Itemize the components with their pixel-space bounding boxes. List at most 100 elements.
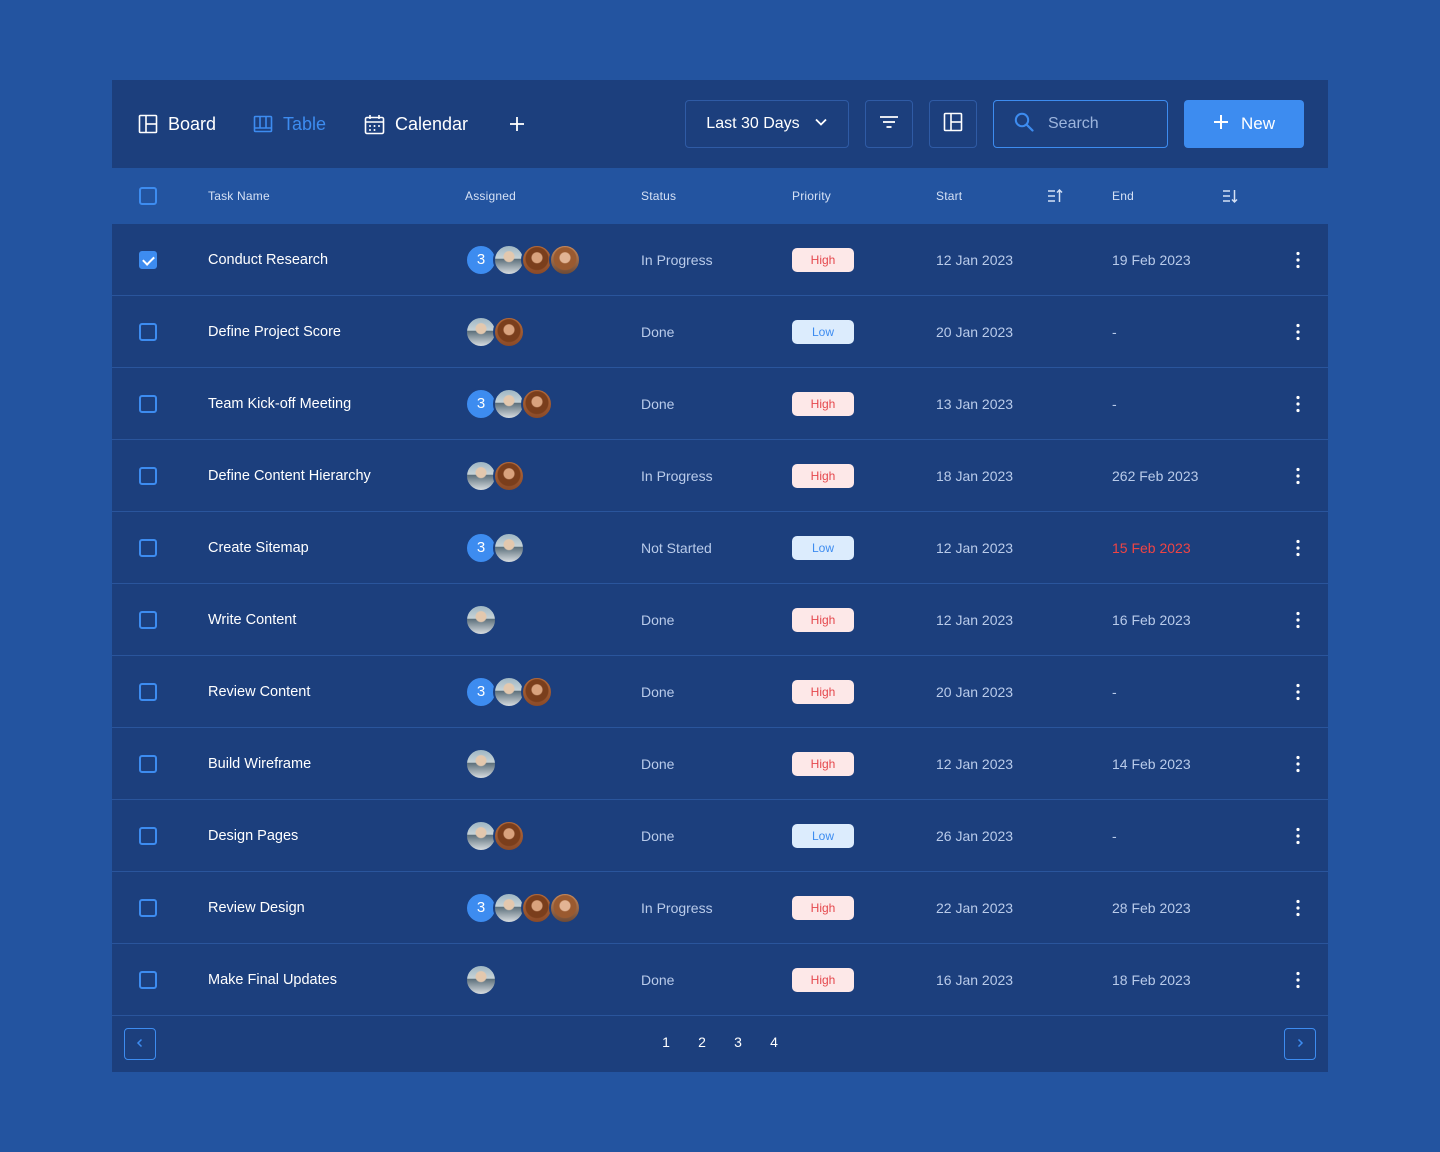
avatar[interactable] <box>465 748 497 780</box>
row-checkbox[interactable] <box>139 539 157 557</box>
row-checkbox[interactable] <box>139 467 157 485</box>
task-name[interactable]: Review Content <box>208 656 310 728</box>
task-name[interactable]: Write Content <box>208 584 296 656</box>
more-options-icon[interactable] <box>1288 754 1308 774</box>
row-checkbox[interactable] <box>139 683 157 701</box>
search-box[interactable] <box>993 100 1168 148</box>
table-row[interactable]: Define Project Score Done Low 20 Jan 202… <box>112 296 1328 368</box>
page-3[interactable]: 3 <box>728 1034 748 1050</box>
table-row[interactable]: Write Content Done High 12 Jan 2023 16 F… <box>112 584 1328 656</box>
row-checkbox[interactable] <box>139 251 157 269</box>
end-date: 19 Feb 2023 <box>1112 252 1191 268</box>
page-1[interactable]: 1 <box>656 1034 676 1050</box>
end-date: - <box>1112 828 1117 844</box>
date-range-select[interactable]: Last 30 Days <box>685 100 849 148</box>
assigned-avatars[interactable] <box>465 604 497 636</box>
page-4[interactable]: 4 <box>764 1034 784 1050</box>
table-row[interactable]: Conduct Research 3 In Progress High 12 J… <box>112 224 1328 296</box>
new-task-button[interactable]: New <box>1184 100 1304 148</box>
sort-ascending-icon[interactable] <box>1047 188 1063 209</box>
next-page-button[interactable] <box>1284 1028 1316 1060</box>
column-assigned: Assigned <box>465 189 516 203</box>
row-checkbox[interactable] <box>139 395 157 413</box>
task-name[interactable]: Build Wireframe <box>208 728 311 800</box>
assigned-avatars[interactable] <box>465 460 525 492</box>
table-row[interactable]: Review Design 3 In Progress High 22 Jan … <box>112 872 1328 944</box>
more-options-icon[interactable] <box>1288 250 1308 270</box>
more-options-icon[interactable] <box>1288 610 1308 630</box>
avatar[interactable] <box>493 820 525 852</box>
sort-descending-icon[interactable] <box>1222 188 1238 209</box>
task-table-panel: Board Table Calendar Last 30 Days Search… <box>112 80 1328 1072</box>
task-name[interactable]: Make Final Updates <box>208 944 337 1016</box>
assigned-avatars[interactable] <box>465 820 525 852</box>
table-row[interactable]: Create Sitemap 3 Not Started Low 12 Jan … <box>112 512 1328 584</box>
task-name[interactable]: Define Content Hierarchy <box>208 440 371 512</box>
page-2[interactable]: 2 <box>692 1034 712 1050</box>
assigned-avatars[interactable] <box>465 316 525 348</box>
new-button-label: New <box>1240 114 1275 133</box>
table-row[interactable]: Design Pages Done Low 26 Jan 2023 - <box>112 800 1328 872</box>
assigned-avatars[interactable] <box>465 964 497 996</box>
filter-button[interactable] <box>865 100 913 148</box>
task-name[interactable]: Team Kick-off Meeting <box>208 368 351 440</box>
assigned-avatars[interactable]: 3 <box>465 892 581 924</box>
chevron-down-icon <box>814 115 828 134</box>
more-options-icon[interactable] <box>1288 538 1308 558</box>
row-checkbox[interactable] <box>139 611 157 629</box>
tab-calendar[interactable]: Calendar <box>364 112 468 136</box>
more-options-icon[interactable] <box>1288 322 1308 342</box>
assigned-avatars[interactable]: 3 <box>465 676 553 708</box>
row-checkbox[interactable] <box>139 971 157 989</box>
status-text: Not Started <box>641 540 712 556</box>
avatar[interactable] <box>493 532 525 564</box>
layout-button[interactable] <box>929 100 977 148</box>
toolbar: Board Table Calendar Last 30 Days Search… <box>112 80 1328 168</box>
prev-page-button[interactable] <box>124 1028 156 1060</box>
avatar[interactable] <box>493 460 525 492</box>
avatar[interactable] <box>465 604 497 636</box>
start-date: 18 Jan 2023 <box>936 468 1014 484</box>
priority-badge: Low <box>792 536 854 560</box>
avatar[interactable] <box>549 892 581 924</box>
more-options-icon[interactable] <box>1288 826 1308 846</box>
task-name[interactable]: Review Design <box>208 872 305 944</box>
avatar[interactable] <box>493 316 525 348</box>
search-icon <box>1014 112 1034 137</box>
assigned-avatars[interactable]: 3 <box>465 532 525 564</box>
select-all-checkbox[interactable] <box>139 187 157 205</box>
more-options-icon[interactable] <box>1288 898 1308 918</box>
assigned-avatars[interactable]: 3 <box>465 388 553 420</box>
avatar[interactable] <box>465 964 497 996</box>
end-date: - <box>1112 684 1117 700</box>
row-checkbox[interactable] <box>139 827 157 845</box>
avatar[interactable] <box>549 244 581 276</box>
tab-table[interactable]: Table <box>253 112 326 136</box>
task-name[interactable]: Conduct Research <box>208 224 328 296</box>
search-input[interactable] <box>1048 115 1158 133</box>
more-options-icon[interactable] <box>1288 394 1308 414</box>
table-row[interactable]: Make Final Updates Done High 16 Jan 2023… <box>112 944 1328 1016</box>
start-date: 20 Jan 2023 <box>936 324 1014 340</box>
table-row[interactable]: Review Content 3 Done High 20 Jan 2023 - <box>112 656 1328 728</box>
add-view-button[interactable] <box>509 112 525 136</box>
table-row[interactable]: Team Kick-off Meeting 3 Done High 13 Jan… <box>112 368 1328 440</box>
row-checkbox[interactable] <box>139 899 157 917</box>
table-row[interactable]: Define Content Hierarchy In Progress Hig… <box>112 440 1328 512</box>
assigned-avatars[interactable]: 3 <box>465 244 581 276</box>
table-row[interactable]: Build Wireframe Done High 12 Jan 2023 14… <box>112 728 1328 800</box>
row-checkbox[interactable] <box>139 755 157 773</box>
start-date: 20 Jan 2023 <box>936 684 1014 700</box>
avatar[interactable] <box>521 676 553 708</box>
more-options-icon[interactable] <box>1288 466 1308 486</box>
avatar[interactable] <box>521 388 553 420</box>
tab-board[interactable]: Board <box>138 112 216 136</box>
more-options-icon[interactable] <box>1288 970 1308 990</box>
task-name[interactable]: Design Pages <box>208 800 298 872</box>
assigned-avatars[interactable] <box>465 748 497 780</box>
priority-badge: High <box>792 680 854 704</box>
task-name[interactable]: Create Sitemap <box>208 512 309 584</box>
row-checkbox[interactable] <box>139 323 157 341</box>
task-name[interactable]: Define Project Score <box>208 296 341 368</box>
more-options-icon[interactable] <box>1288 682 1308 702</box>
